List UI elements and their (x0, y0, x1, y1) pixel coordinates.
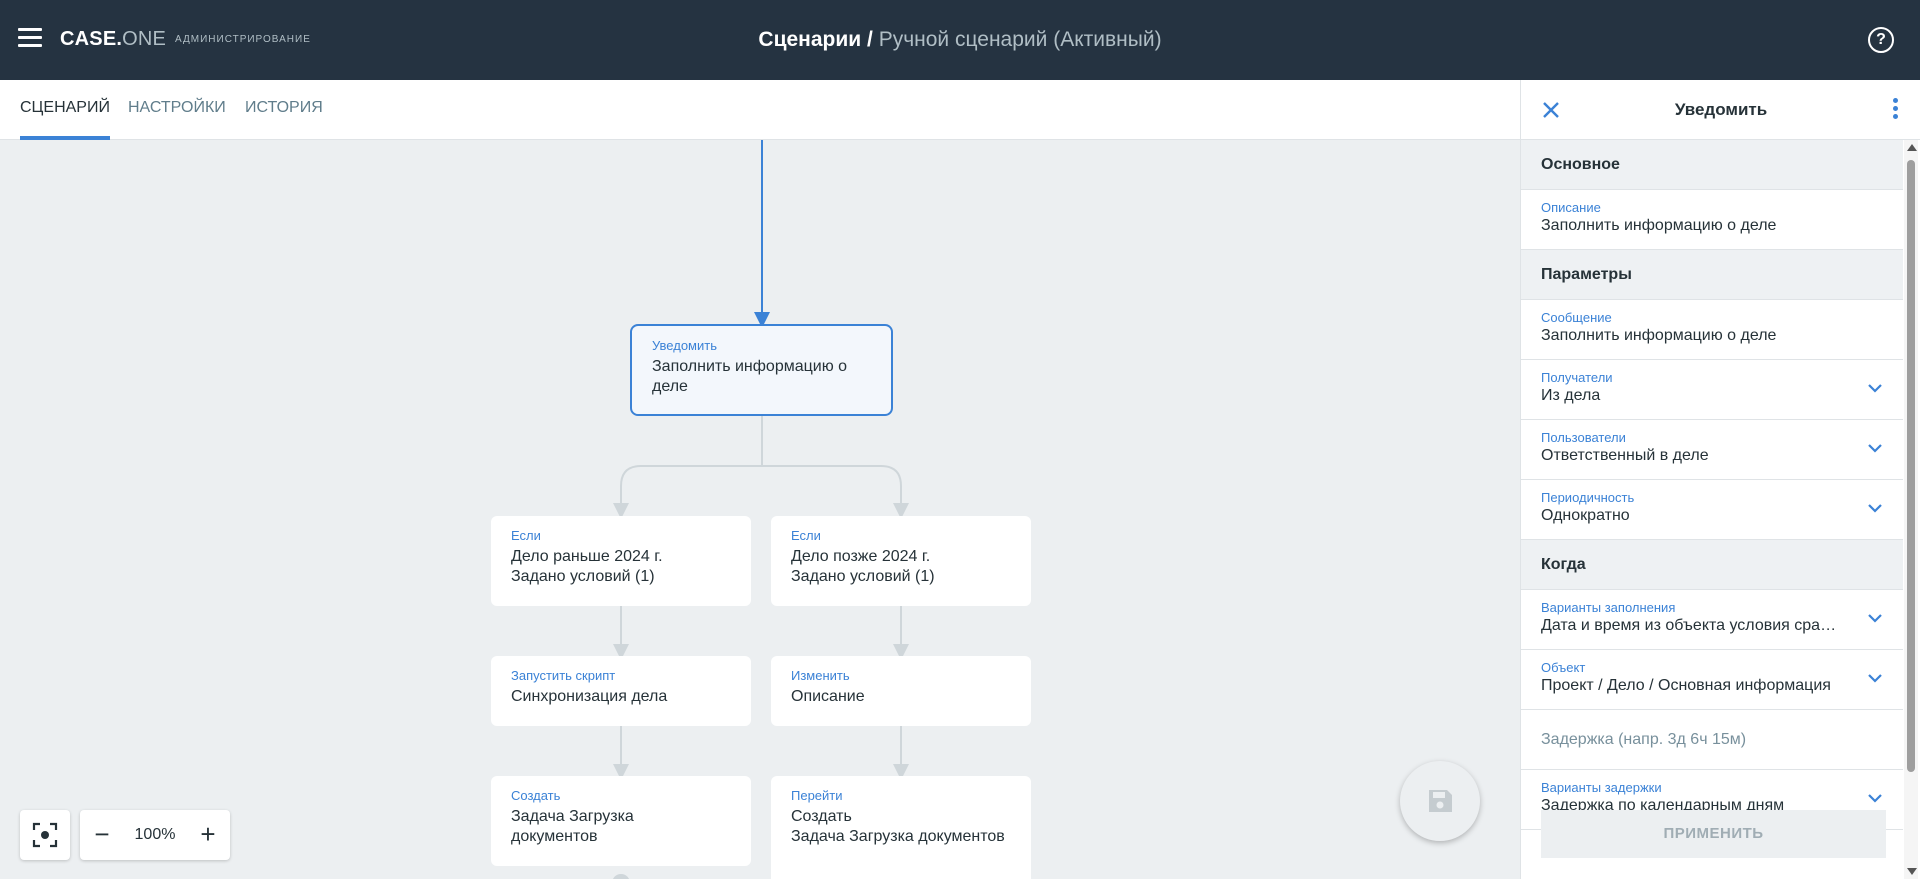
section-params: Параметры (1521, 250, 1903, 300)
fit-screen-icon[interactable] (20, 810, 70, 860)
description-field[interactable]: Описание Заполнить информацию о деле (1521, 190, 1903, 250)
edge-right-branch (762, 465, 909, 519)
scenario-canvas[interactable]: Уведомить Заполнить информацию о деле Ес… (0, 140, 1520, 879)
top-bar: CASE.ONE АДМИНИСТРИРОВАНИЕ Сценарии / Ру… (0, 0, 1920, 80)
apply-button[interactable]: ПРИМЕНИТЬ (1541, 810, 1886, 858)
delay-input[interactable]: Задержка (напр. 3д 6ч 15м) (1521, 710, 1903, 770)
flow-node-goto[interactable]: Перейти Создать Задача Загрузка документ… (771, 776, 1031, 879)
more-vertical-icon[interactable] (1891, 98, 1899, 122)
chevron-down-icon (1868, 794, 1882, 803)
panel-scrollbar[interactable] (1904, 140, 1918, 879)
recipients-select[interactable]: Получатели Из дела (1521, 360, 1903, 420)
flow-node-notify[interactable]: Уведомить Заполнить информацию о деле (630, 324, 893, 416)
scroll-down-icon[interactable] (1907, 868, 1917, 875)
section-main: Основное (1521, 140, 1903, 190)
scroll-up-icon[interactable] (1907, 144, 1917, 151)
flow-node-change[interactable]: Изменить Описание (771, 656, 1031, 726)
zoom-control: − 100% + (80, 810, 230, 860)
message-field[interactable]: Сообщение Заполнить информацию о деле (1521, 300, 1903, 360)
breadcrumb-current: Ручной сценарий (Активный) (878, 28, 1162, 51)
flow-edges (612, 140, 909, 879)
periodicity-select[interactable]: Периодичность Однократно (1521, 480, 1903, 540)
tab-bar: СЦЕНАРИЙ НАСТРОЙКИ ИСТОРИЯ (0, 80, 1520, 140)
fill-variants-select[interactable]: Варианты заполнения Дата и время из объе… (1521, 590, 1903, 650)
zoom-out-button[interactable]: − (80, 810, 124, 860)
save-button[interactable] (1400, 761, 1480, 841)
zoom-level: 100% (134, 826, 176, 843)
breadcrumb-root[interactable]: Сценарии (758, 28, 861, 51)
flow-node-create[interactable]: Создать Задача Загрузка документов (491, 776, 751, 866)
panel-header: Уведомить (1521, 80, 1920, 140)
zoom-in-button[interactable]: + (186, 810, 230, 860)
tab-settings[interactable]: НАСТРОЙКИ (128, 80, 226, 140)
properties-panel: Уведомить Основное Описание Заполнить ин… (1520, 80, 1920, 879)
edge-left-end (612, 874, 630, 879)
chevron-down-icon (1868, 504, 1882, 513)
section-when: Когда (1521, 540, 1903, 590)
edge-left-branch (613, 465, 762, 519)
flow-node-run-script[interactable]: Запустить скрипт Синхронизация дела (491, 656, 751, 726)
chevron-down-icon (1868, 444, 1882, 453)
page-title: Сценарии / Ручной сценарий (Активный) (758, 28, 1162, 51)
chevron-down-icon (1868, 384, 1882, 393)
panel-title: Уведомить (1674, 100, 1768, 119)
tab-scenario[interactable]: СЦЕНАРИЙ (20, 80, 110, 140)
panel-body: Основное Описание Заполнить информацию о… (1521, 140, 1903, 879)
scroll-thumb[interactable] (1907, 160, 1915, 772)
chevron-down-icon (1868, 614, 1882, 623)
save-icon (1429, 790, 1452, 812)
tab-history[interactable]: ИСТОРИЯ (245, 80, 323, 140)
flow-node-if-before[interactable]: Если Дело раньше 2024 г. Задано условий … (491, 516, 751, 606)
object-select[interactable]: Объект Проект / Дело / Основная информац… (1521, 650, 1903, 710)
help-icon[interactable]: ? (1868, 27, 1894, 53)
users-select[interactable]: Пользователи Ответственный в деле (1521, 420, 1903, 480)
flow-node-if-after[interactable]: Если Дело позже 2024 г. Задано условий (… (771, 516, 1031, 606)
chevron-down-icon (1868, 674, 1882, 683)
